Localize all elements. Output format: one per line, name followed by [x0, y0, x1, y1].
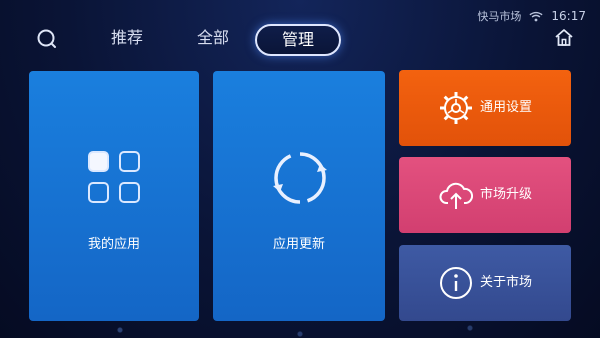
- wifi-icon: [529, 11, 543, 21]
- home-button[interactable]: [552, 26, 576, 50]
- background-glow: [0, 318, 600, 338]
- home-icon: [555, 29, 573, 46]
- top-nav: 推荐 全部 管理: [0, 22, 600, 56]
- my-apps-label: 我的应用: [87, 237, 140, 252]
- tab-all[interactable]: 全部: [190, 22, 236, 54]
- app-update-tile[interactable]: 应用更新: [213, 71, 385, 321]
- market-upgrade-label: 市场升级: [480, 187, 533, 202]
- search-button[interactable]: [34, 26, 60, 52]
- app-update-label: 应用更新: [272, 237, 325, 252]
- tab-manage[interactable]: 管理: [255, 24, 341, 56]
- market-upgrade-tile[interactable]: 市场升级: [399, 157, 571, 233]
- gear-icon: [440, 92, 472, 124]
- refresh-icon: [273, 152, 327, 204]
- info-icon: [440, 267, 472, 299]
- my-apps-tile[interactable]: 我的应用: [29, 71, 199, 321]
- tab-recommend[interactable]: 推荐: [104, 22, 150, 54]
- general-settings-label: 通用设置: [480, 100, 533, 115]
- search-icon: [37, 29, 56, 48]
- general-settings-tile[interactable]: 通用设置: [399, 70, 571, 146]
- cloud-upload-icon: [439, 182, 473, 209]
- about-market-tile[interactable]: 关于市场: [399, 245, 571, 321]
- status-time: 16:17: [551, 9, 586, 23]
- app-grid-icon: [88, 151, 142, 205]
- about-market-label: 关于市场: [480, 275, 533, 290]
